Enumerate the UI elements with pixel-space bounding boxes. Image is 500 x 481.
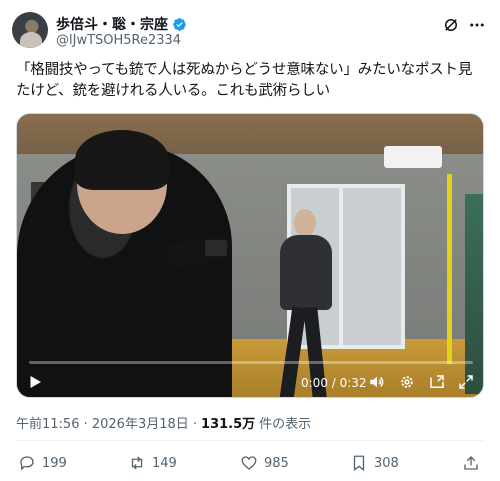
- like-button[interactable]: 985: [240, 454, 289, 472]
- display-name[interactable]: 歩倍斗・聡・宗座: [56, 14, 168, 34]
- heart-icon: [241, 456, 257, 470]
- fullscreen-icon[interactable]: [457, 373, 475, 391]
- video-controls: 0:00 / 0:32: [17, 367, 483, 397]
- grok-icon[interactable]: [442, 16, 460, 34]
- reply-count: 199: [42, 455, 67, 471]
- views-count: 131.5万: [201, 417, 256, 432]
- tweet-meta: 午前11:56 · 2026年3月18日 · 131.5万 件の表示: [16, 413, 311, 432]
- avatar[interactable]: [12, 12, 48, 48]
- settings-gear-icon[interactable]: [398, 373, 416, 391]
- reply-button[interactable]: 199: [18, 454, 67, 472]
- video-frame-person-back: [17, 130, 232, 397]
- name-row: 歩倍斗・聡・宗座: [56, 14, 187, 34]
- divider: [16, 440, 484, 441]
- video-player[interactable]: 0:00 / 0:32: [16, 113, 484, 398]
- video-frame-gun: [205, 240, 227, 256]
- retweet-icon: [131, 456, 143, 470]
- retweet-button[interactable]: 149: [128, 454, 177, 472]
- tweet-text: 「格闘技やっても銃で人は死ぬからどうせ意味ない」みたいなポスト見たけど、銃を避け…: [16, 62, 473, 99]
- retweet-count: 149: [152, 455, 177, 471]
- bookmark-button[interactable]: 308: [350, 454, 399, 472]
- volume-icon[interactable]: [368, 373, 386, 391]
- timestamp[interactable]: 午前11:56 · 2026年3月18日 ·: [16, 413, 197, 432]
- bookmark-icon: [353, 455, 365, 472]
- like-count: 985: [264, 455, 289, 471]
- video-frame-banner: [465, 194, 483, 394]
- views-label: 件の表示: [259, 417, 312, 432]
- more-icon[interactable]: [468, 16, 486, 34]
- play-icon[interactable]: [26, 373, 44, 391]
- verified-badge-icon: [173, 17, 186, 31]
- action-bar: 199 149 985 308: [16, 454, 486, 476]
- tweet-header: 歩倍斗・聡・宗座 @lJwTSOH5Re2334: [12, 10, 488, 52]
- video-frame-pole: [447, 174, 452, 364]
- share-button[interactable]: [462, 454, 480, 472]
- bookmark-count: 308: [374, 455, 399, 471]
- handle[interactable]: @lJwTSOH5Re2334: [56, 33, 181, 48]
- share-icon: [464, 456, 478, 470]
- picture-in-picture-icon[interactable]: [428, 373, 446, 391]
- reply-icon: [20, 456, 34, 471]
- video-time: 0:00 / 0:32: [301, 376, 367, 390]
- video-frame-air-conditioner: [384, 146, 442, 168]
- video-progress-bar[interactable]: [29, 361, 473, 364]
